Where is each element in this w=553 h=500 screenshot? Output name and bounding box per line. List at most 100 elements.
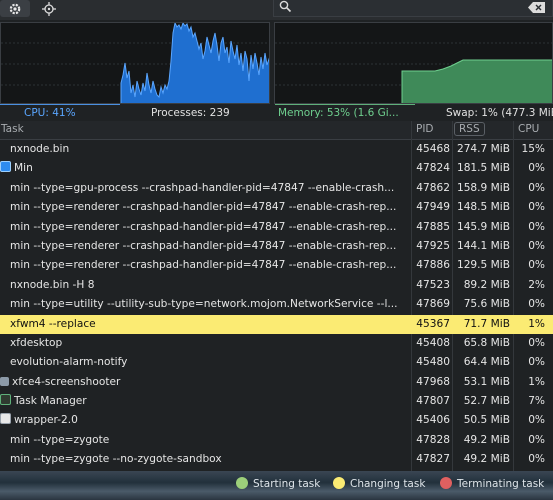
column-cpu[interactable]: CPU	[518, 123, 539, 135]
legend-terminating-label: Terminating task	[457, 478, 545, 490]
task-rss: 89.2 MiB	[463, 278, 510, 291]
task-cpu: 0%	[528, 453, 545, 466]
task-cpu: 1%	[528, 375, 545, 388]
legend-starting-label: Starting task	[253, 478, 321, 490]
task-pid: 47828	[416, 433, 450, 446]
task-rss: 52.7 MiB	[463, 395, 510, 408]
table-row[interactable]: xfce4-screenshooter 47968 53.1 MiB 1%	[0, 373, 553, 392]
column-pid[interactable]: PID	[416, 123, 434, 135]
task-rss: 145.9 MiB	[456, 220, 510, 233]
task-name: xfce4-screenshooter	[12, 375, 121, 388]
table-row[interactable]: min --type=renderer --crashpad-handler-p…	[0, 198, 553, 217]
table-row[interactable]: nxnode.bin 45468 274.7 MiB 15%	[0, 140, 553, 159]
search-icon	[279, 0, 292, 13]
table-row[interactable]: min --type=renderer --crashpad-handler-p…	[0, 256, 553, 275]
legend-bar: Starting task Changing task Terminating …	[0, 471, 553, 500]
browser-app-icon	[0, 161, 11, 173]
status-bar: CPU: 41% Processes: 239 Memory: 53% (1.6…	[0, 105, 553, 121]
table-header: Task PID RSS CPU	[0, 121, 553, 140]
task-name: evolution-alarm-notify	[10, 356, 128, 369]
select-window-button[interactable]	[34, 0, 64, 17]
table-row[interactable]: min --type=zygote 47828 49.2 MiB 0%	[0, 431, 553, 450]
column-rss[interactable]: RSS	[454, 122, 485, 136]
task-cpu: 0%	[528, 433, 545, 446]
terminating-task-swatch	[440, 477, 452, 489]
cpu-usage-label: CPU: 41%	[24, 107, 76, 119]
task-pid: 45367	[416, 317, 450, 330]
cpu-graph	[0, 22, 270, 104]
task-name: nxnode.bin -H 8	[10, 278, 95, 291]
table-row[interactable]: min --type=zygote --no-zygote-sandbox 47…	[0, 450, 553, 469]
task-rss: 158.9 MiB	[456, 181, 510, 194]
task-name: min --type=utility --utility-sub-type=ne…	[10, 298, 398, 311]
task-pid: 47523	[416, 278, 450, 291]
task-rss: 49.2 MiB	[463, 433, 510, 446]
task-cpu: 0%	[528, 181, 545, 194]
table-row[interactable]: min --type=gpu-process --crashpad-handle…	[0, 179, 553, 198]
task-cpu: 0%	[528, 414, 545, 427]
table-row[interactable]: evolution-alarm-notify 45480 64.4 MiB 0%	[0, 353, 553, 372]
legend-changing-label: Changing task	[350, 478, 426, 490]
task-cpu: 15%	[521, 143, 545, 155]
table-row[interactable]: Task Manager 47807 52.7 MiB 7%	[0, 392, 553, 411]
gear-icon	[9, 3, 21, 14]
table-row[interactable]: Min 47824 181.5 MiB 0%	[0, 159, 553, 178]
toolbar	[0, 0, 553, 20]
process-count-label: Processes: 239	[151, 107, 230, 119]
task-rss: 274.7 MiB	[456, 143, 510, 155]
task-rss: 53.1 MiB	[463, 375, 510, 388]
task-name: xfwm4 --replace	[10, 317, 96, 330]
task-cpu: 0%	[528, 298, 545, 311]
changing-task-swatch	[333, 477, 345, 489]
task-pid: 47807	[416, 395, 450, 408]
task-name: Task Manager	[14, 395, 87, 408]
task-name: xfdesktop	[10, 336, 63, 349]
table-row[interactable]: min --type=renderer --crashpad-handler-p…	[0, 237, 553, 256]
column-task[interactable]: Task	[1, 123, 24, 135]
clear-search-icon[interactable]	[528, 2, 546, 13]
swap-usage-label: Swap: 1% (477.3 MiB /...	[446, 107, 553, 119]
task-manager-app-icon	[0, 394, 11, 406]
settings-button[interactable]	[0, 0, 30, 17]
table-row-changing[interactable]: xfwm4 --replace 45367 71.7 MiB 1%	[0, 314, 553, 334]
task-rss: 181.5 MiB	[456, 162, 510, 175]
task-cpu: 0%	[528, 356, 545, 369]
search-input[interactable]	[273, 0, 553, 17]
process-list: nxnode.bin 45468 274.7 MiB 15% Min 47824…	[0, 140, 553, 470]
task-name: min --type=renderer --crashpad-handler-p…	[10, 259, 397, 272]
task-name: Min	[14, 162, 33, 175]
table-row[interactable]: wrapper-2.0 45406 50.5 MiB 0%	[0, 411, 553, 430]
wrapper-app-icon	[0, 413, 11, 425]
task-name: min --type=zygote	[10, 433, 110, 446]
task-cpu: 0%	[528, 162, 545, 175]
task-pid: 45408	[416, 336, 450, 349]
task-name: min --type=renderer --crashpad-handler-p…	[10, 220, 397, 233]
task-pid: 45480	[416, 356, 450, 369]
task-pid: 47862	[416, 181, 450, 194]
legend-changing: Changing task	[333, 477, 425, 492]
task-cpu: 2%	[528, 278, 545, 291]
task-rss: 75.6 MiB	[463, 298, 510, 311]
task-pid: 47827	[416, 453, 450, 466]
task-cpu: 7%	[528, 395, 545, 408]
task-pid: 47949	[416, 201, 450, 214]
task-name: wrapper-2.0	[14, 414, 78, 427]
legend-terminating: Terminating task	[440, 477, 544, 492]
task-cpu: 0%	[528, 239, 545, 252]
task-pid: 47968	[416, 375, 450, 388]
task-pid: 47885	[416, 220, 450, 233]
task-pid: 47925	[416, 239, 450, 252]
table-row[interactable]: min --type=utility --utility-sub-type=ne…	[0, 295, 553, 314]
task-rss: 65.8 MiB	[463, 336, 510, 349]
screenshooter-app-icon	[0, 376, 9, 386]
task-name: min --type=zygote --no-zygote-sandbox	[10, 453, 222, 466]
table-row[interactable]: min --type=renderer --crashpad-handler-p…	[0, 218, 553, 237]
task-rss: 129.5 MiB	[456, 259, 510, 272]
table-row[interactable]: xfdesktop 45408 65.8 MiB 0%	[0, 334, 553, 353]
task-rss: 148.5 MiB	[456, 201, 510, 214]
task-name: min --type=gpu-process --crashpad-handle…	[10, 181, 395, 194]
table-row[interactable]: nxnode.bin -H 8 47523 89.2 MiB 2%	[0, 276, 553, 295]
task-rss: 64.4 MiB	[463, 356, 510, 369]
legend-starting: Starting task	[236, 477, 320, 492]
task-cpu: 0%	[528, 259, 545, 272]
